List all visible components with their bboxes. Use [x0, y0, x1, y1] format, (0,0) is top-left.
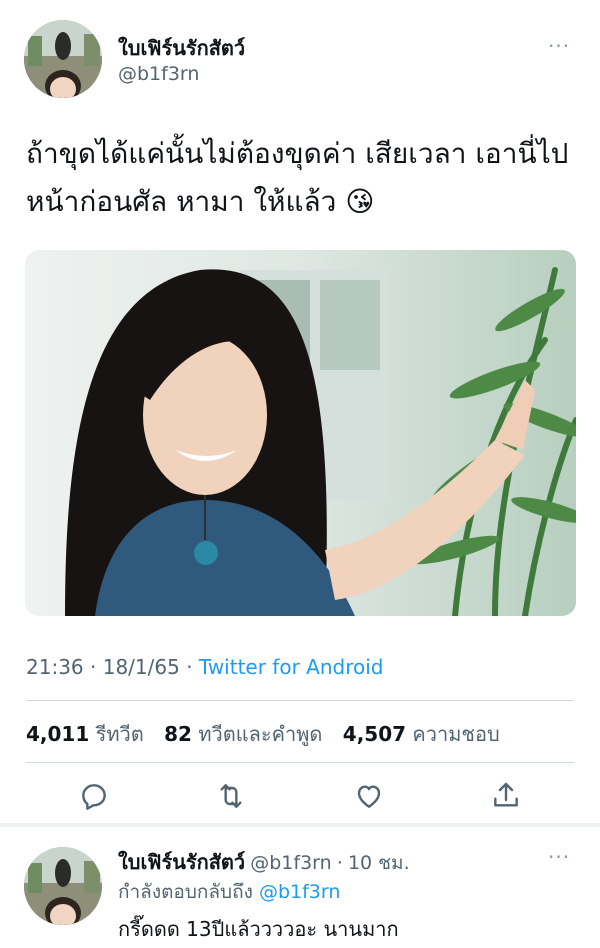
- reply-button[interactable]: [78, 780, 110, 812]
- meta-separator: ·: [90, 655, 97, 679]
- reply-separator: ·: [336, 852, 343, 874]
- tweet-source-link[interactable]: Twitter for Android: [199, 655, 384, 679]
- divider: [26, 700, 574, 701]
- reply-time[interactable]: 10 ชม.: [348, 852, 410, 874]
- reply-text: กรี๊ดดด 13ปีแล้ววววอะ นานมาก: [118, 917, 399, 941]
- like-button[interactable]: [353, 780, 385, 812]
- likes-label: ความชอบ: [412, 722, 500, 746]
- reply-more-options-icon[interactable]: ···: [548, 845, 570, 869]
- author-handle[interactable]: @b1f3rn: [118, 63, 199, 85]
- quotes-label: ทวีตและคำพูด: [198, 722, 323, 746]
- author-name[interactable]: ใบเฟิร์นรักสัตว์: [118, 32, 245, 64]
- replying-to-mention[interactable]: @b1f3rn: [259, 881, 340, 903]
- retweets-label: รีทวีต: [95, 722, 144, 746]
- retweet-icon: [220, 784, 242, 808]
- reply-author-handle[interactable]: @b1f3rn: [250, 852, 331, 874]
- retweet-button[interactable]: [215, 780, 247, 812]
- tweet-text: ถ้าขุดได้แค่นั้นไม่ต้องขุดค่า เสียเวลา เ…: [26, 137, 569, 218]
- tweet-meta: 21:36 · 18/1/65 · Twitter for Android: [26, 655, 383, 679]
- reply-header: ใบเฟิร์นรักสัตว์ @b1f3rn · 10 ชม.: [118, 846, 410, 878]
- like-icon: [357, 785, 381, 808]
- share-icon: [494, 782, 518, 807]
- more-options-icon[interactable]: ···: [548, 34, 570, 58]
- quotes-stat[interactable]: 82 ทวีตและคำพูด: [164, 722, 322, 746]
- reply-author-name[interactable]: ใบเฟิร์นรักสัตว์: [118, 850, 245, 874]
- tweet-date: 18/1/65: [102, 655, 180, 679]
- share-button[interactable]: [490, 780, 522, 812]
- tweet-time: 21:36: [26, 655, 84, 679]
- replying-to: กำลังตอบกลับถึง @b1f3rn: [118, 877, 340, 907]
- author-avatar[interactable]: [24, 20, 102, 98]
- tweet-photo[interactable]: [25, 250, 576, 616]
- retweets-count: 4,011: [26, 722, 90, 746]
- quotes-count: 82: [164, 722, 192, 746]
- reply-author-avatar[interactable]: [24, 847, 102, 925]
- reply-icon: [82, 784, 106, 810]
- meta-separator-2: ·: [186, 655, 193, 679]
- divider: [26, 762, 574, 763]
- replying-to-label: กำลังตอบกลับถึง: [118, 881, 253, 903]
- likes-stat[interactable]: 4,507 ความชอบ: [343, 722, 500, 746]
- section-divider: [0, 823, 600, 827]
- likes-count: 4,507: [342, 722, 407, 746]
- retweets-stat[interactable]: 4,011 รีทวีต: [26, 722, 144, 746]
- tweet-stats: 4,011 รีทวีต 82 ทวีตและคำพูด 4,507 ความช…: [26, 718, 514, 750]
